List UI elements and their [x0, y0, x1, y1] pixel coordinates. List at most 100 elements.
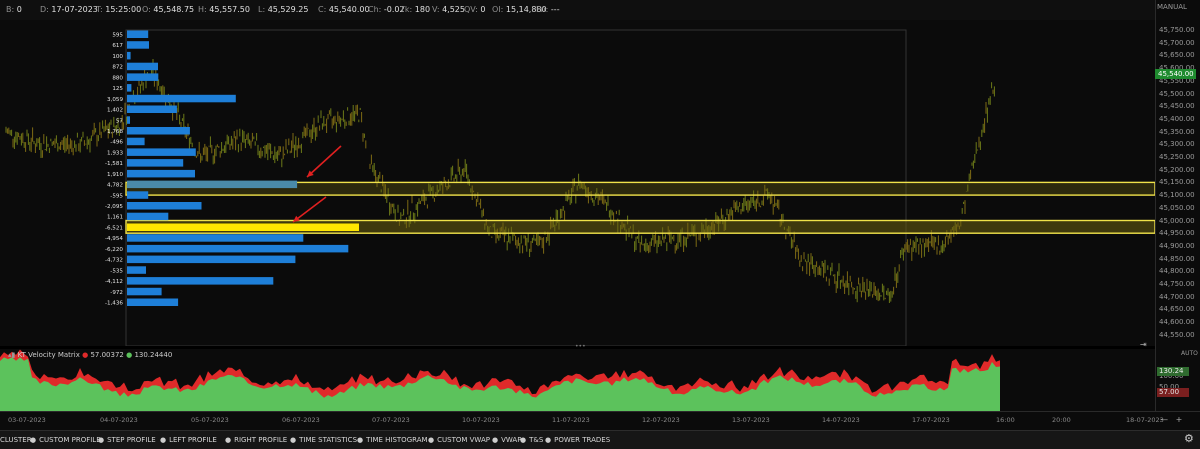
scroll-right-icon[interactable]: ⇥ [1140, 340, 1147, 349]
zoom-out-icon[interactable]: — [1160, 415, 1168, 424]
current-price-badge: 45,540.00 [1155, 69, 1196, 79]
indicator-title: KT Velocity Matrix [17, 351, 80, 359]
info-field-value: --- [550, 5, 560, 14]
time-axis-label: 03-07-2023 [8, 416, 46, 424]
info-field-key: H: [198, 5, 210, 14]
price-axis-label: 44,550.00 [1159, 330, 1195, 339]
price-chart-canvas[interactable]: 595 617 100 872 880 125 3,059 1,402 57 1,768 -496 1… [0, 20, 1156, 347]
time-axis[interactable]: 03-07-2023 04-07-2023 05-07-2023 06-07-2023… [0, 411, 1200, 430]
profile-bar [127, 116, 130, 124]
profile-bar-highlight [127, 223, 359, 231]
info-field: D: 17-07-2023 [40, 0, 98, 20]
price-axis-label: 45,150.00 [1159, 178, 1195, 187]
profile-bar [127, 105, 177, 113]
tab-label: POWER TRADES [554, 436, 611, 444]
price-axis-label: 45,050.00 [1159, 203, 1195, 212]
profile-bar [127, 41, 149, 49]
time-axis-label: 20:00 [1052, 416, 1071, 424]
tab-dot-icon: ● [290, 436, 297, 444]
profile-label: -6,521 [105, 226, 123, 232]
info-field-value: 45,557.50 [209, 5, 250, 14]
indicator-canvas [0, 349, 1000, 411]
profile-label: -535 [110, 268, 123, 274]
info-field: L: 45,529.25 [258, 0, 308, 20]
profile-label: -1,581 [105, 161, 123, 167]
time-axis-label: 10-07-2023 [462, 416, 500, 424]
profile-bar [127, 73, 159, 81]
indicator-pane[interactable] [0, 349, 1155, 411]
price-axis-label: 44,900.00 [1159, 241, 1195, 250]
info-field-key: V: [432, 5, 443, 14]
tab-label: STEP PROFILE [107, 436, 156, 444]
time-axis-label: 12-07-2023 [642, 416, 680, 424]
profile-label: 4,782 [107, 183, 123, 189]
profile-bar [127, 127, 190, 135]
zoom-controls[interactable]: — + [1160, 415, 1182, 424]
price-axis[interactable]: 45,750.0045,700.0045,650.0045,600.0045,5… [1155, 0, 1200, 346]
price-axis-label: 44,600.00 [1159, 318, 1195, 327]
tab-dot-icon: ● [160, 436, 167, 444]
tab-time-histogram[interactable]: ● TIME HISTOGRAM [357, 431, 428, 449]
info-field-key: L: [258, 5, 268, 14]
profile-bar [127, 277, 274, 285]
info-field: O: 45,548.75 [142, 0, 194, 20]
profile-bar [127, 94, 236, 103]
tab-right-profile[interactable]: ● RIGHT PROFILE [225, 431, 287, 449]
tab-t-s[interactable]: ● T&S [520, 431, 543, 449]
tab-vwap[interactable]: ● VWAP [492, 431, 521, 449]
tab-time-statistics[interactable]: ● TIME STATISTICS [290, 431, 357, 449]
profile-label: 1,910 [107, 172, 123, 178]
price-axis-label: 44,950.00 [1159, 229, 1195, 238]
profile-label: 872 [112, 65, 123, 71]
profile-bar [127, 169, 195, 178]
info-field: QV: 0 [464, 0, 485, 20]
profile-bar [127, 266, 146, 274]
tab-custom-profile[interactable]: ● CUSTOM PROFILE [30, 431, 101, 449]
tab-cluster[interactable]: CLUSTER [0, 431, 32, 449]
profile-label: 595 [112, 33, 123, 39]
time-axis-label: 13-07-2023 [732, 416, 770, 424]
zoom-in-icon[interactable]: + [1176, 415, 1183, 424]
info-field-value: 45,540.00 [328, 5, 370, 14]
info-field-key: C: [318, 5, 329, 14]
profile-bar [127, 212, 169, 221]
time-axis-label: 04-07-2023 [100, 416, 138, 424]
profile-label: -4,732 [105, 258, 123, 264]
tab-left-profile[interactable]: ● LEFT PROFILE [160, 431, 217, 449]
tab-power-trades[interactable]: ● POWER TRADES [545, 431, 610, 449]
info-field-value: 45,529.25 [267, 5, 309, 14]
profile-label: -2,095 [105, 204, 123, 210]
info-field-key: T: [96, 5, 106, 14]
profile-bar [127, 191, 149, 199]
tab-dot-icon: ● [30, 436, 37, 444]
profile-label: 3,059 [107, 97, 123, 103]
profile-bar [127, 287, 162, 296]
price-axis-label: 45,200.00 [1159, 165, 1195, 174]
info-field: T: 15:25:00 [96, 0, 141, 20]
tab-dot-icon: ● [357, 436, 364, 444]
profile-label: -6,220 [105, 247, 123, 253]
price-axis-label: 45,350.00 [1159, 127, 1195, 136]
price-chart[interactable]: 595 617 100 872 880 125 3,059 1,402 57 1,768 -496 1… [0, 20, 1156, 347]
profile-bar [127, 255, 296, 264]
tab-step-profile[interactable]: ● STEP PROFILE [98, 431, 156, 449]
axis-mode-manual[interactable]: MANUAL [1157, 3, 1187, 11]
axis-mode-auto[interactable]: AUTO [1181, 350, 1198, 357]
price-axis-label: 44,850.00 [1159, 254, 1195, 263]
tab-custom-vwap[interactable]: ● CUSTOM VWAP [428, 431, 490, 449]
info-field-value: 0 [16, 5, 22, 14]
gear-icon[interactable]: ⚙ [1184, 433, 1196, 445]
tab-label: CUSTOM VWAP [437, 436, 490, 444]
time-axis-label: 14-07-2023 [822, 416, 860, 424]
tab-dot-icon: ● [545, 436, 552, 444]
time-axis-label: 18-07-2023 [1126, 416, 1164, 424]
info-field: V: 4,525 [432, 0, 465, 20]
info-field: H: 45,557.50 [198, 0, 250, 20]
price-axis-label: 44,700.00 [1159, 292, 1195, 301]
info-field-key: Fn: [536, 5, 551, 14]
price-axis-label: 45,450.00 [1159, 102, 1195, 111]
price-axis-label: 44,800.00 [1159, 267, 1195, 276]
profile-bar [127, 84, 132, 92]
info-field-key: QV: [464, 5, 481, 14]
info-field-key: O: [142, 5, 154, 14]
